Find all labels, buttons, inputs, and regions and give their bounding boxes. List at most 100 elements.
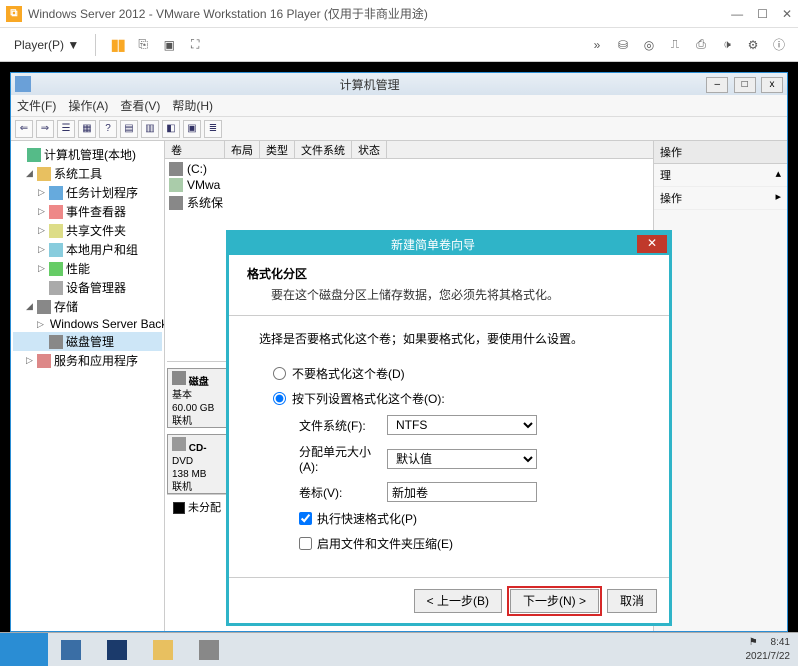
input-volume-label[interactable]: [387, 482, 537, 502]
vmware-logo-icon: ⧉: [6, 6, 22, 22]
wizard-close-icon[interactable]: ✕: [637, 235, 667, 253]
new-simple-volume-wizard: 新建简单卷向导 ✕ 格式化分区 要在这个磁盘分区上储存数据，您必须先将其格式化。…: [226, 230, 672, 626]
col-fs[interactable]: 文件系统: [295, 141, 352, 158]
checkbox-quick-format-row[interactable]: 执行快速格式化(P): [259, 506, 639, 531]
menu-view[interactable]: 查看(V): [120, 97, 160, 114]
radio-format-with-settings[interactable]: 按下列设置格式化这个卷(O):: [259, 386, 639, 411]
wizard-heading: 格式化分区: [247, 265, 651, 282]
tree-system-tools[interactable]: ◢系统工具: [13, 164, 162, 183]
printer-icon[interactable]: ⎙: [690, 34, 712, 56]
nav-tree[interactable]: 计算机管理(本地) ◢系统工具 ▷任务计划程序 ▷事件查看器 ▷共享文件夹 ▷本…: [11, 141, 165, 631]
harddisk-icon[interactable]: ⛁: [612, 34, 634, 56]
mmc-minimize-icon[interactable]: –: [706, 77, 728, 93]
disk-icon: [172, 371, 186, 385]
radio-format-input[interactable]: [273, 392, 286, 405]
tree-local-users[interactable]: ▷本地用户和组: [13, 240, 162, 259]
taskbar: ⚑ 8:41 2021/7/22: [0, 632, 798, 666]
refresh-icon[interactable]: ?: [99, 120, 117, 138]
forward-icon[interactable]: ⇒: [36, 120, 54, 138]
tree-device-manager[interactable]: 设备管理器: [13, 278, 162, 297]
actions-item[interactable]: 操作▸: [654, 187, 787, 210]
menu-help[interactable]: 帮助(H): [172, 97, 213, 114]
tree-task-scheduler[interactable]: ▷任务计划程序: [13, 183, 162, 202]
tree-wsb[interactable]: ▷Windows Server Back: [13, 316, 162, 332]
menu-action[interactable]: 操作(A): [68, 97, 108, 114]
tree-storage[interactable]: ◢存储: [13, 297, 162, 316]
pause-icon[interactable]: ▮▮: [106, 34, 128, 56]
back-icon[interactable]: ⇐: [15, 120, 33, 138]
actions-header: 操作: [654, 141, 787, 164]
checkbox-compression-label: 启用文件和文件夹压缩(E): [317, 535, 453, 552]
taskbar-server-manager[interactable]: [50, 636, 92, 664]
wizard-title-text: 新建简单卷向导: [229, 236, 637, 253]
wizard-prompt: 选择是否要格式化这个卷；如果要格式化，要使用什么设置。: [259, 330, 639, 347]
system-tray[interactable]: ⚑ 8:41 2021/7/22: [736, 637, 798, 663]
help-icon[interactable]: ⓘ: [768, 34, 790, 56]
volume-row[interactable]: VMwa: [169, 177, 649, 193]
mmc-maximize-icon[interactable]: □: [734, 77, 756, 93]
properties-icon[interactable]: ▦: [78, 120, 96, 138]
minimize-icon[interactable]: —: [731, 7, 743, 21]
view3-icon[interactable]: ◧: [162, 120, 180, 138]
wizard-header: 格式化分区 要在这个磁盘分区上储存数据，您必须先将其格式化。: [229, 255, 669, 316]
tray-time: 8:41: [771, 637, 790, 648]
checkbox-quick-format[interactable]: [299, 512, 312, 525]
mmc-toolbar: ⇐ ⇒ ☰ ▦ ? ▤ ▥ ◧ ▣ ≣: [11, 117, 787, 141]
player-menu-button[interactable]: Player(P) ▼: [6, 35, 87, 55]
col-volume[interactable]: 卷: [165, 141, 225, 158]
tree-performance[interactable]: ▷性能: [13, 259, 162, 278]
snapshot-icon[interactable]: ▣: [158, 34, 180, 56]
mmc-close-icon[interactable]: x: [761, 77, 783, 93]
taskbar-explorer[interactable]: [142, 636, 184, 664]
maximize-icon[interactable]: ☐: [757, 7, 768, 21]
taskbar-powershell[interactable]: [96, 636, 138, 664]
col-status[interactable]: 状态: [352, 141, 387, 158]
taskbar-computer-management[interactable]: [188, 636, 230, 664]
action-center-icon[interactable]: ⚑: [744, 637, 758, 651]
cd-icon[interactable]: ◎: [638, 34, 660, 56]
tray-date: 2021/7/22: [746, 651, 791, 662]
back-button[interactable]: < 上一步(B): [414, 589, 502, 613]
volume-row[interactable]: 系统保: [169, 193, 649, 212]
start-button[interactable]: [0, 633, 48, 666]
menu-file[interactable]: 文件(F): [17, 97, 56, 114]
checkbox-compression[interactable]: [299, 537, 312, 550]
view1-icon[interactable]: ▤: [120, 120, 138, 138]
vmware-title-bar: ⧉ Windows Server 2012 - VMware Workstati…: [0, 0, 798, 28]
radio-format-label: 按下列设置格式化这个卷(O):: [292, 390, 445, 407]
radio-no-format-input[interactable]: [273, 367, 286, 380]
cancel-button[interactable]: 取消: [607, 589, 657, 613]
radio-no-format-label: 不要格式化这个卷(D): [292, 365, 405, 382]
label-volume-label: 卷标(V):: [259, 484, 387, 501]
actions-item[interactable]: 理▴: [654, 164, 787, 187]
tree-shared-folders[interactable]: ▷共享文件夹: [13, 221, 162, 240]
select-file-system[interactable]: NTFS: [387, 415, 537, 435]
up-icon[interactable]: ☰: [57, 120, 75, 138]
col-layout[interactable]: 布局: [225, 141, 260, 158]
select-allocation-unit[interactable]: 默认值: [387, 449, 537, 469]
sound-icon[interactable]: 🕩: [716, 34, 738, 56]
close-icon[interactable]: ✕: [782, 7, 792, 21]
tree-disk-management[interactable]: 磁盘管理: [13, 332, 162, 351]
checkbox-compression-row[interactable]: 启用文件和文件夹压缩(E): [259, 531, 639, 556]
tree-services-apps[interactable]: ▷服务和应用程序: [13, 351, 162, 370]
radio-do-not-format[interactable]: 不要格式化这个卷(D): [259, 361, 639, 386]
fullscreen-icon[interactable]: ⛶: [184, 34, 206, 56]
usb-icon[interactable]: ⎍: [664, 34, 686, 56]
view2-icon[interactable]: ▥: [141, 120, 159, 138]
wizard-body: 选择是否要格式化这个卷；如果要格式化，要使用什么设置。 不要格式化这个卷(D) …: [229, 316, 669, 570]
network-icon[interactable]: »: [586, 34, 608, 56]
col-type[interactable]: 类型: [260, 141, 295, 158]
wizard-subheading: 要在这个磁盘分区上储存数据，您必须先将其格式化。: [247, 286, 651, 303]
chevron-up-icon: ▴: [775, 167, 781, 183]
view4-icon[interactable]: ▣: [183, 120, 201, 138]
view5-icon[interactable]: ≣: [204, 120, 222, 138]
mmc-title-bar[interactable]: 计算机管理 – □ x: [11, 73, 787, 95]
send-ctrl-alt-del-icon[interactable]: ⎘: [132, 34, 154, 56]
tree-event-viewer[interactable]: ▷事件查看器: [13, 202, 162, 221]
next-button[interactable]: 下一步(N) >: [510, 589, 599, 613]
volume-row[interactable]: (C:): [169, 161, 649, 177]
tree-root[interactable]: 计算机管理(本地): [13, 145, 162, 164]
wizard-title-bar[interactable]: 新建简单卷向导 ✕: [229, 233, 669, 255]
settings-icon[interactable]: ⚙: [742, 34, 764, 56]
